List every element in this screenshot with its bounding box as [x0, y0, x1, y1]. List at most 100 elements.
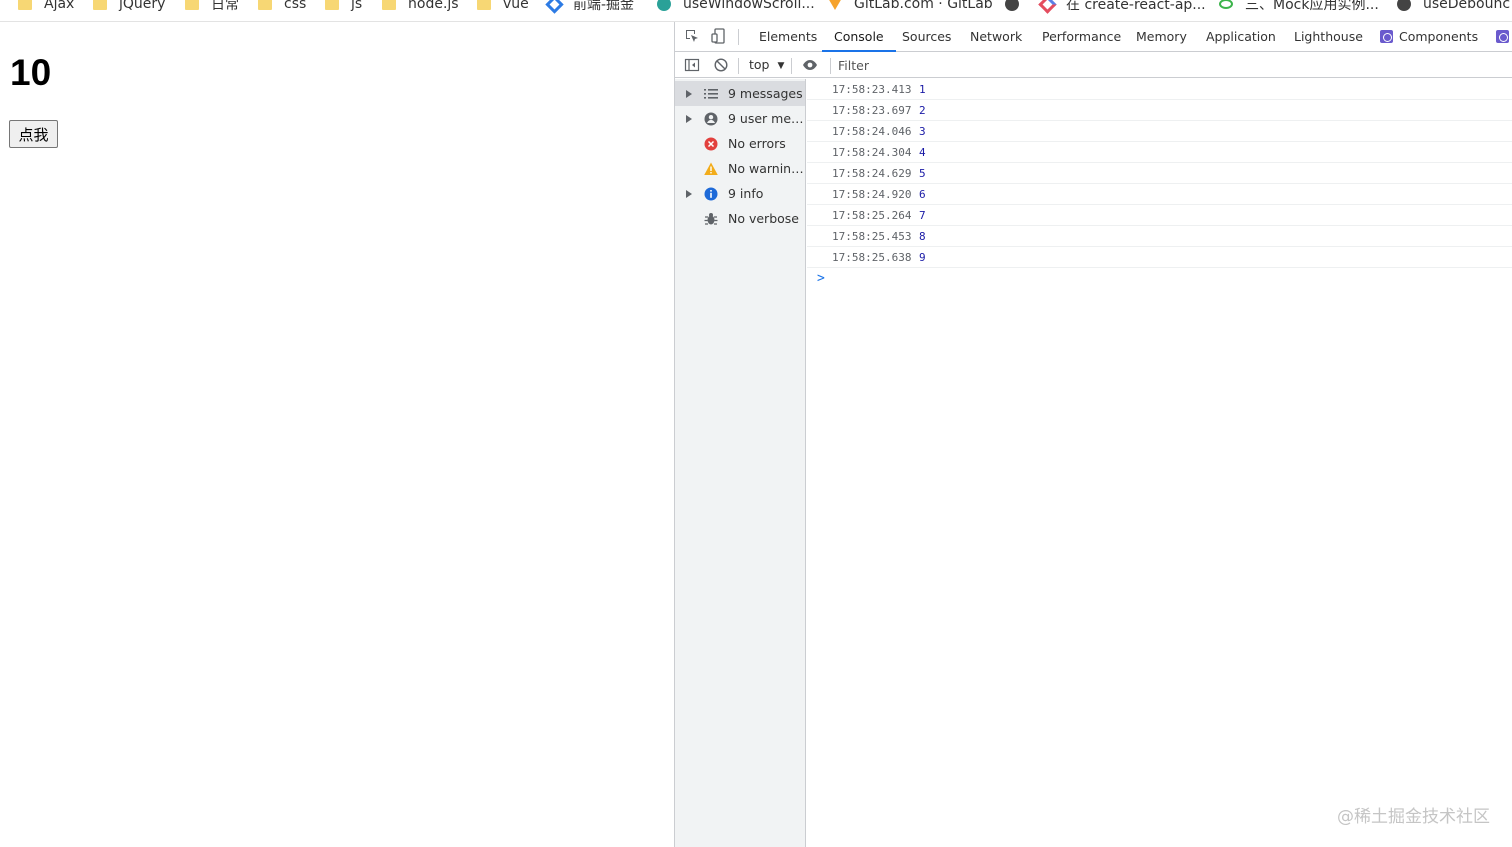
message-timestamp: 17:58:23.697: [832, 104, 912, 117]
filter-input[interactable]: [838, 55, 1508, 75]
separator: [830, 58, 831, 74]
console-message: 17:58:23.697 2: [807, 100, 1512, 121]
tab-sources[interactable]: Sources: [902, 22, 951, 52]
console-output: 17:58:23.413 1 17:58:23.697 2 17:58:24.0…: [807, 79, 1512, 847]
tab-memory[interactable]: Memory: [1136, 22, 1187, 52]
sidebar-item-user-messages[interactable]: 9 user mess...: [675, 106, 805, 131]
bookmark-label: node.js: [408, 0, 459, 12]
site-icon: [1038, 0, 1057, 14]
juejin-icon: [545, 0, 564, 14]
bookmark-usedebounce[interactable]: useDebounc: [1397, 0, 1510, 15]
sidebar-item-messages[interactable]: 9 messages: [675, 81, 805, 106]
console-message: 17:58:25.453 8: [807, 226, 1512, 247]
bookmark-nodejs[interactable]: node.js: [382, 0, 459, 15]
devtools-panel: Elements Console Sources Network Perform…: [674, 22, 1512, 847]
warning-icon: [704, 162, 718, 175]
message-value: 7: [919, 209, 926, 222]
device-toolbar-icon[interactable]: [711, 28, 727, 44]
bookmark-globe[interactable]: [1005, 0, 1031, 15]
message-timestamp: 17:58:25.264: [832, 209, 912, 222]
bookmark-daily[interactable]: 日常: [185, 0, 239, 15]
separator: [738, 29, 739, 45]
gitlab-icon: [828, 0, 842, 10]
user-icon: [704, 112, 718, 125]
console-sidebar: 9 messages 9 user mess... No errors: [675, 79, 806, 847]
tab-network[interactable]: Network: [970, 22, 1022, 52]
bookmark-label: 日常: [211, 0, 239, 13]
bookmark-usewindowscroll[interactable]: useWindowScroll...: [657, 0, 815, 15]
site-icon: [1219, 0, 1233, 9]
tab-more[interactable]: [1496, 22, 1512, 52]
bookmark-juejin[interactable]: 前端-掘金: [545, 0, 635, 15]
bookmark-label: css: [284, 0, 307, 12]
context-label: top: [749, 57, 770, 72]
message-timestamp: 17:58:24.629: [832, 167, 912, 180]
sidebar-label: No errors: [728, 136, 786, 151]
folder-icon: [477, 0, 491, 10]
tab-components[interactable]: Components: [1380, 22, 1478, 52]
message-value: 4: [919, 146, 926, 159]
sidebar-item-errors[interactable]: No errors: [675, 131, 805, 156]
tab-console[interactable]: Console: [822, 22, 896, 52]
tab-application[interactable]: Application: [1206, 22, 1276, 52]
console-toolbar: top ▼: [675, 53, 1512, 78]
bookmark-label: vue: [503, 0, 529, 12]
console-message: 17:58:24.304 4: [807, 142, 1512, 163]
console-message: 17:58:25.264 7: [807, 205, 1512, 226]
bookmark-label: 三、Mock应用实例...: [1245, 0, 1379, 13]
tab-performance[interactable]: Performance: [1042, 22, 1121, 52]
sidebar-toggle-icon[interactable]: [684, 57, 700, 73]
console-message: 17:58:24.629 5: [807, 163, 1512, 184]
error-icon: [704, 137, 718, 150]
react-components-icon: [1380, 30, 1393, 43]
bookmark-ajax[interactable]: Ajax: [18, 0, 74, 15]
sidebar-label: 9 messages: [728, 86, 803, 101]
bookmark-css[interactable]: css: [258, 0, 306, 15]
bookmark-js[interactable]: js: [325, 0, 362, 15]
click-me-button[interactable]: 点我: [9, 120, 58, 148]
console-message: 17:58:24.046 3: [807, 121, 1512, 142]
sidebar-item-verbose[interactable]: No verbose: [675, 206, 805, 231]
message-value: 1: [919, 83, 926, 96]
globe-icon: [1397, 0, 1411, 11]
bookmark-vue[interactable]: vue: [477, 0, 529, 15]
bookmark-label: Ajax: [44, 0, 75, 12]
bookmarks-bar: Ajax jQuery 日常 css js node.js vue 前端-掘金 …: [0, 0, 1512, 22]
bookmark-label: js: [351, 0, 363, 12]
bookmark-jquery[interactable]: jQuery: [93, 0, 165, 15]
message-timestamp: 17:58:25.638: [832, 251, 912, 264]
sidebar-label: 9 info: [728, 186, 764, 201]
devtools-tab-bar: Elements Console Sources Network Perform…: [675, 22, 1512, 52]
console-prompt[interactable]: >: [817, 271, 825, 286]
console-message: 17:58:24.920 6: [807, 184, 1512, 205]
bookmark-create-react-app[interactable]: 在 create-react-ap...: [1038, 0, 1206, 15]
tab-lighthouse[interactable]: Lighthouse: [1294, 22, 1363, 52]
bookmark-mock[interactable]: 三、Mock应用实例...: [1219, 0, 1379, 15]
tab-label: Console: [834, 29, 884, 44]
folder-icon: [325, 0, 339, 10]
bookmark-label: 在 create-react-ap...: [1066, 0, 1206, 13]
clear-console-icon[interactable]: [713, 57, 729, 73]
react-profiler-icon: [1496, 30, 1509, 43]
tab-label: Components: [1399, 29, 1479, 44]
inspect-element-icon[interactable]: [684, 28, 700, 44]
message-value: 3: [919, 125, 926, 138]
message-timestamp: 17:58:23.413: [832, 83, 912, 96]
message-value: 5: [919, 167, 926, 180]
context-select[interactable]: top ▼: [749, 57, 784, 72]
list-icon: [704, 88, 718, 99]
console-message: 17:58:23.413 1: [807, 79, 1512, 100]
sidebar-item-warnings[interactable]: No warnings: [675, 156, 805, 181]
separator: [791, 58, 792, 74]
message-value: 6: [919, 188, 926, 201]
expand-arrow-icon: [686, 89, 692, 98]
folder-icon: [93, 0, 107, 10]
sidebar-item-info[interactable]: 9 info: [675, 181, 805, 206]
bookmark-label: GitLab.com · GitLab: [854, 0, 993, 12]
bookmark-label: 前端-掘金: [573, 0, 635, 13]
globe-icon: [1005, 0, 1019, 11]
folder-icon: [185, 0, 199, 10]
tab-elements[interactable]: Elements: [759, 22, 817, 52]
bookmark-gitlab[interactable]: GitLab.com · GitLab: [828, 0, 993, 15]
eye-icon[interactable]: [802, 57, 818, 73]
